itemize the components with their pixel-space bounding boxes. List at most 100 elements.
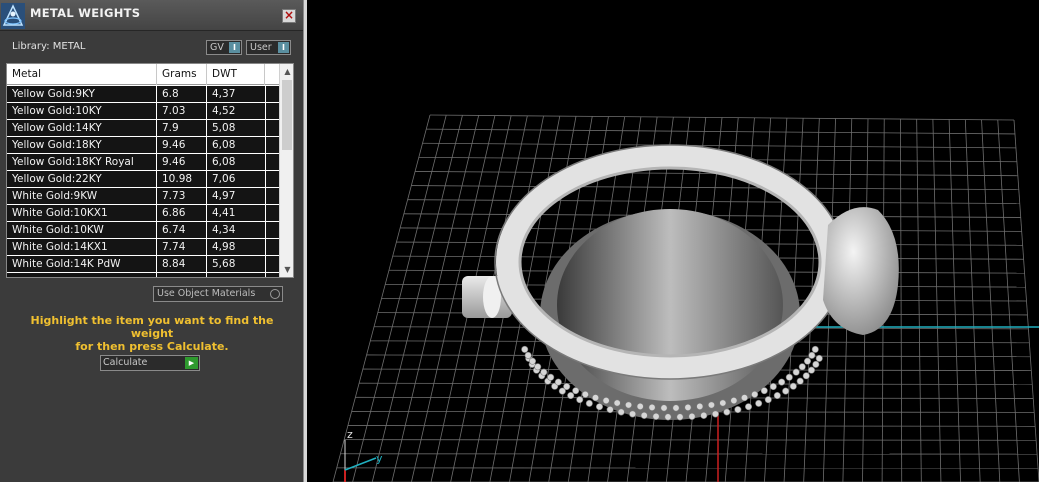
scroll-down-icon[interactable]: ▼ [280, 262, 293, 277]
grams-cell: 8.84 [157, 256, 206, 272]
ring-bead [576, 396, 584, 404]
ring-bead [711, 410, 719, 418]
calculate-label: Calculate [103, 357, 148, 368]
library-label: Library: METAL [12, 41, 86, 52]
close-button[interactable]: × [282, 9, 296, 23]
gv-library-button[interactable]: GV I [206, 40, 242, 55]
ring-bead [554, 378, 562, 386]
ring-bead [629, 410, 637, 418]
play-arrow-icon: ▶ [185, 357, 198, 369]
ring-bead [591, 394, 599, 402]
ring-bead [789, 382, 797, 390]
ring-bead [581, 390, 589, 398]
metal-cell: White Gold:10KX1 [7, 205, 156, 221]
ring-bead [524, 351, 532, 359]
panel-title: METAL WEIGHTS [30, 6, 141, 20]
panel-titlebar[interactable]: METAL WEIGHTS × [0, 0, 303, 31]
table-body: Yellow Gold:9KY 6.8 4,37 Yellow Gold:10K… [7, 86, 279, 277]
ring-bead [617, 408, 625, 416]
table-row[interactable]: Yellow Gold:22KY 10.98 7,06 [7, 171, 279, 188]
column-header-metal[interactable]: Metal [7, 64, 157, 85]
grid-line [344, 439, 1037, 441]
ring-bead [636, 402, 644, 410]
column-header-grams[interactable]: Grams [157, 64, 207, 85]
ring-bead [640, 411, 648, 419]
scroll-thumb[interactable] [282, 80, 292, 150]
user-library-button[interactable]: User I [246, 40, 291, 55]
table-row[interactable]: White Gold:10KW 6.74 4,34 [7, 222, 279, 239]
instructions-line-1: Highlight the item you want to find the … [30, 314, 274, 340]
ring-bead [567, 392, 575, 400]
dwt-cell: 4,98 [207, 239, 265, 255]
grams-cell: 6.8 [157, 86, 206, 102]
table-scrollbar[interactable]: ▲ ▼ [279, 64, 293, 277]
calculate-button[interactable]: Calculate ▶ [100, 355, 200, 371]
ring-bead [660, 404, 668, 412]
ring-bead [613, 399, 621, 407]
ring-bead [606, 406, 614, 414]
table-row[interactable]: Yellow Gold:9KY 6.8 4,37 [7, 86, 279, 103]
table-row[interactable]: Yellow Gold:14KY 7.9 5,08 [7, 120, 279, 137]
dwt-cell: 4,52 [207, 103, 265, 119]
table-row[interactable]: White Gold:9KW 7.73 4,97 [7, 188, 279, 205]
metal-cell: Yellow Gold:22KY [7, 171, 156, 187]
row-filler [266, 239, 279, 255]
metal-cell: Yellow Gold:18KY Royal [7, 154, 156, 170]
grams-cell: 7.73 [157, 188, 206, 204]
ring-bead [684, 403, 692, 411]
ring-bead [741, 394, 749, 402]
ring-bead [807, 366, 815, 374]
ring-bead [811, 345, 819, 353]
ring-bead [652, 412, 660, 420]
ring-bead [547, 373, 555, 381]
ring-bead [521, 345, 529, 353]
column-header-dwt[interactable]: DWT [207, 64, 265, 85]
grams-cell: 9.46 [157, 137, 206, 153]
dwt-cell: 4,34 [207, 222, 265, 238]
row-filler [266, 137, 279, 153]
ring-bead [625, 401, 633, 409]
table-row-partial[interactable] [7, 273, 279, 277]
ring-bead [792, 368, 800, 376]
ring-bead [534, 363, 542, 371]
ring-bead [707, 401, 715, 409]
ring-bead [730, 397, 738, 405]
ring-bead [773, 392, 781, 400]
metal-cell: Yellow Gold:10KY [7, 103, 156, 119]
app-logo-icon [1, 3, 25, 29]
dwt-cell: 7,06 [207, 171, 265, 187]
table-row[interactable]: White Gold:10KX1 6.86 4,41 [7, 205, 279, 222]
table-row[interactable]: Yellow Gold:18KY 9.46 6,08 [7, 137, 279, 154]
user-indicator: I [278, 42, 289, 53]
close-icon: × [283, 8, 295, 22]
ring-bead [755, 399, 763, 407]
scroll-up-icon[interactable]: ▲ [280, 64, 293, 79]
panel-splitter[interactable] [303, 0, 307, 482]
table-row[interactable]: Yellow Gold:10KY 7.03 4,52 [7, 103, 279, 120]
dwt-cell: 4,41 [207, 205, 265, 221]
3d-viewport[interactable]: z y [308, 0, 1039, 482]
ring-bead [585, 399, 593, 407]
ring-bead [540, 368, 548, 376]
table-row[interactable]: White Gold:14KX1 7.74 4,98 [7, 239, 279, 256]
table-row[interactable]: White Gold:14K PdW 8.84 5,68 [7, 256, 279, 273]
use-object-materials-toggle[interactable]: Use Object Materials [153, 286, 283, 302]
row-filler [266, 205, 279, 221]
instructions-line-2: for then press Calculate. [75, 340, 229, 353]
ring-bead [529, 357, 537, 365]
dwt-cell: 5,08 [207, 120, 265, 136]
row-filler [266, 154, 279, 170]
metal-weights-table: Metal Grams DWT Yellow Gold:9KY 6.8 4,37… [6, 63, 294, 278]
grams-cell: 6.86 [157, 205, 206, 221]
metal-weights-panel: METAL WEIGHTS × Library: METAL GV I User… [0, 0, 303, 482]
ring-bead [672, 404, 680, 412]
y-axis-label: y [376, 452, 383, 465]
grams-cell: 9.46 [157, 154, 206, 170]
ring-bead [734, 406, 742, 414]
user-label: User [250, 42, 272, 53]
ring-head-setting [823, 207, 899, 335]
table-row[interactable]: Yellow Gold:18KY Royal 9.46 6,08 [7, 154, 279, 171]
grid-line [347, 425, 1036, 427]
dwt-cell: 6,08 [207, 137, 265, 153]
row-filler [266, 273, 279, 277]
